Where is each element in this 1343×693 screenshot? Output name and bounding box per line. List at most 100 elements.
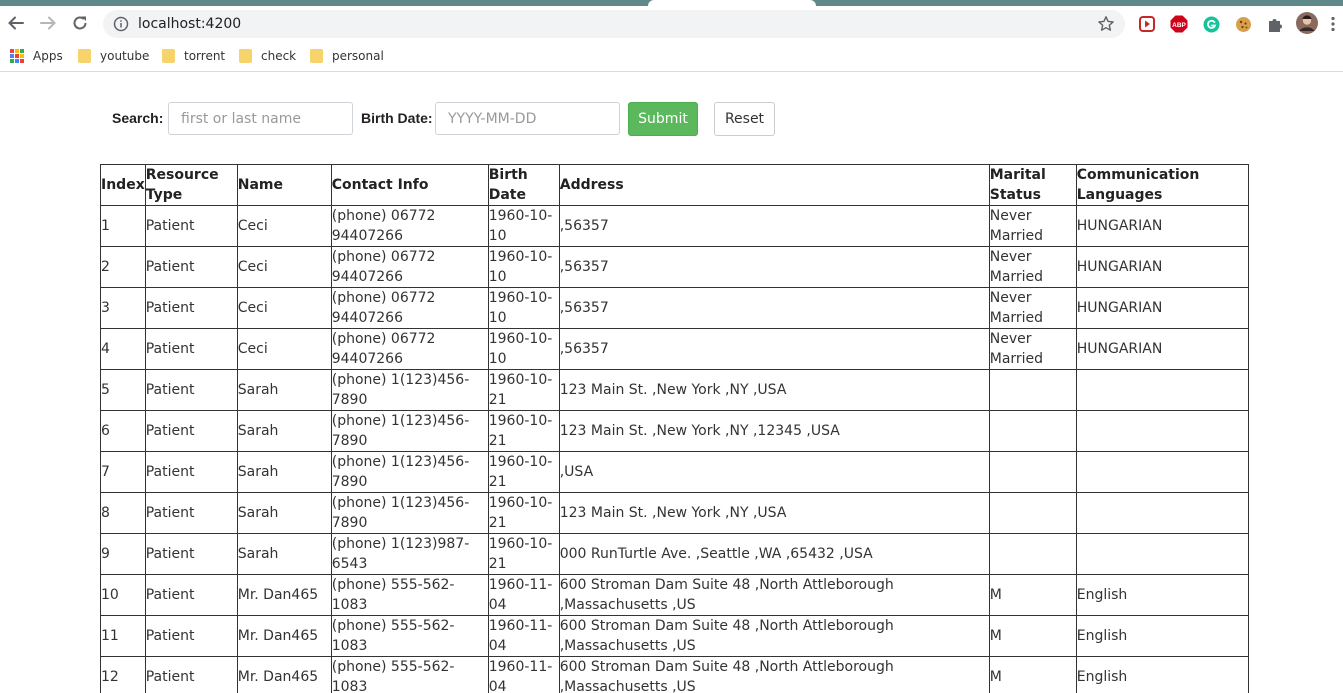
table-cell: Ceci <box>236 205 332 247</box>
table-cell: M <box>988 615 1077 657</box>
table-cell <box>988 369 1077 411</box>
table-cell: 600 Stroman Dam Suite 48 ,North Attlebor… <box>558 574 990 616</box>
table-cell: ,56357 <box>558 246 990 288</box>
menu-dots-icon[interactable] <box>1329 15 1337 33</box>
back-arrow-icon[interactable] <box>6 13 26 33</box>
column-header: Index <box>100 164 146 206</box>
table-cell: (phone) 1(123)456-7890 <box>330 492 489 534</box>
table-cell <box>1075 369 1249 411</box>
column-header: Communication Languages <box>1075 164 1249 206</box>
table-cell: ,56357 <box>558 287 990 329</box>
bookmark-label: personal <box>332 49 384 63</box>
birth-date-input[interactable]: YYYY-MM-DD <box>435 102 620 135</box>
table-cell: (phone) 06772 94407266 <box>330 287 489 329</box>
column-header: Name <box>236 164 332 206</box>
table-cell: Patient <box>144 410 238 452</box>
table-cell: (phone) 1(123)456-7890 <box>330 451 489 493</box>
table-cell: Patient <box>144 246 238 288</box>
table-cell: Sarah <box>236 492 332 534</box>
url-text[interactable]: localhost:4200 <box>138 16 241 32</box>
table-cell: 1960-11-04 <box>487 615 560 657</box>
table-cell: Patient <box>144 615 238 657</box>
column-header: Address <box>558 164 990 206</box>
puzzle-icon[interactable] <box>1265 15 1283 33</box>
column-header: Contact Info <box>330 164 489 206</box>
table-row: 1 Patient Ceci (phone) 06772 94407266 1960-1… <box>100 205 1249 247</box>
table-cell: Never Married <box>988 287 1077 329</box>
bookmark-youtube[interactable]: youtube <box>78 48 149 64</box>
table-cell: 1960-10-10 <box>487 205 560 247</box>
table-row: 6 Patient Sarah (phone) 1(123)456-7890 1960-… <box>100 410 1249 452</box>
info-icon[interactable] <box>113 16 129 32</box>
table-cell: Mr. Dan465 <box>236 656 332 693</box>
table-cell: Never Married <box>988 205 1077 247</box>
profile-avatar[interactable] <box>1296 12 1318 34</box>
table-cell: HUNGARIAN <box>1075 205 1249 247</box>
table-cell: (phone) 1(123)456-7890 <box>330 410 489 452</box>
table-cell: 1960-10-10 <box>487 246 560 288</box>
birth-date-label: Birth Date: <box>361 110 433 126</box>
reload-icon[interactable] <box>70 13 90 33</box>
table-cell: (phone) 555-562-1083 <box>330 615 489 657</box>
table-cell: (phone) 1(123)987-6543 <box>330 533 489 575</box>
search-placeholder: first or last name <box>181 110 301 127</box>
reset-button[interactable]: Reset <box>714 102 775 136</box>
table-cell: (phone) 555-562-1083 <box>330 656 489 693</box>
table-cell: 1960-10-21 <box>487 492 560 534</box>
table-cell: M <box>988 656 1077 693</box>
table-cell: 1960-10-21 <box>487 533 560 575</box>
bookmark-personal[interactable]: personal <box>310 48 384 64</box>
grammarly-icon[interactable] <box>1202 15 1220 33</box>
table-cell: 9 <box>100 533 146 575</box>
table-cell: 1960-10-21 <box>487 369 560 411</box>
table-cell: Sarah <box>236 451 332 493</box>
video-extension-icon[interactable] <box>1138 15 1156 33</box>
table-cell: (phone) 1(123)456-7890 <box>330 369 489 411</box>
table-cell <box>1075 410 1249 452</box>
table-row: 3 Patient Ceci (phone) 06772 94407266 1960-1… <box>100 287 1249 329</box>
table-cell: English <box>1075 656 1249 693</box>
column-header: Birth Date <box>487 164 560 206</box>
table-cell: Sarah <box>236 369 332 411</box>
table-cell: 123 Main St. ,New York ,NY ,12345 ,USA <box>558 410 990 452</box>
browser-toolbar: localhost:4200 ABP <box>0 6 1343 40</box>
adblock-plus-icon[interactable]: ABP <box>1170 15 1188 33</box>
table-cell: 10 <box>100 574 146 616</box>
table-cell: 1960-10-10 <box>487 328 560 370</box>
folder-icon <box>162 49 175 63</box>
forward-arrow-icon[interactable] <box>38 13 58 33</box>
address-bar[interactable]: localhost:4200 <box>103 10 1125 38</box>
table-cell: 600 Stroman Dam Suite 48 ,North Attlebor… <box>558 615 990 657</box>
search-input[interactable]: first or last name <box>168 102 353 135</box>
cookie-icon[interactable] <box>1234 15 1252 33</box>
table-row: 9 Patient Sarah (phone) 1(123)987-6543 1960-… <box>100 533 1249 575</box>
table-cell: Patient <box>144 533 238 575</box>
table-cell: ,56357 <box>558 205 990 247</box>
bookmark-apps[interactable]: Apps <box>10 48 63 64</box>
table-cell: Sarah <box>236 533 332 575</box>
table-cell: 123 Main St. ,New York ,NY ,USA <box>558 369 990 411</box>
star-icon[interactable] <box>1097 15 1115 33</box>
apps-grid-icon <box>10 49 24 63</box>
table-cell: 7 <box>100 451 146 493</box>
table-cell: Patient <box>144 287 238 329</box>
table-cell: 6 <box>100 410 146 452</box>
table-cell: Never Married <box>988 328 1077 370</box>
table-cell <box>988 451 1077 493</box>
submit-button[interactable]: Submit <box>628 102 698 136</box>
bookmark-torrent[interactable]: torrent <box>162 48 225 64</box>
table-cell: 3 <box>100 287 146 329</box>
table-header-row: Index Resource Type Name Contact Info Birth … <box>100 164 1249 206</box>
table-row: 5 Patient Sarah (phone) 1(123)456-7890 1960-… <box>100 369 1249 411</box>
table-cell: Mr. Dan465 <box>236 574 332 616</box>
table-cell <box>1075 492 1249 534</box>
table-cell <box>988 492 1077 534</box>
column-header: Marital Status <box>988 164 1077 206</box>
table-cell: Mr. Dan465 <box>236 615 332 657</box>
table-body: 1 Patient Ceci (phone) 06772 94407266 1960-1… <box>100 205 1249 693</box>
bookmark-label: check <box>261 49 297 63</box>
table-cell: HUNGARIAN <box>1075 287 1249 329</box>
table-cell: 2 <box>100 246 146 288</box>
table-cell: 5 <box>100 369 146 411</box>
bookmark-check[interactable]: check <box>239 48 296 64</box>
